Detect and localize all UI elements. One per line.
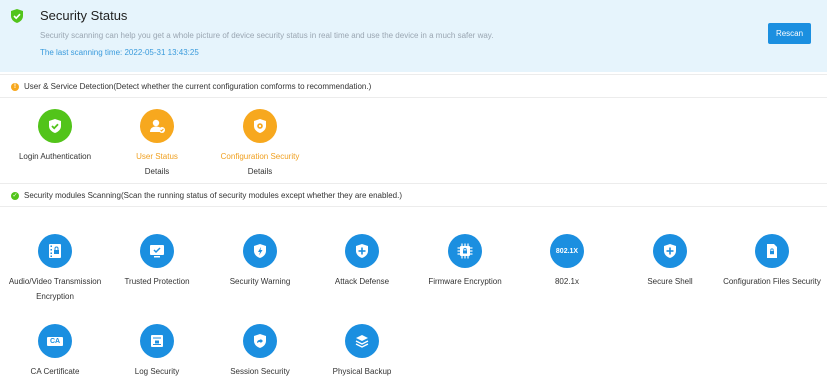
detection-section-title: User & Service Detection(Detect whether … [24, 82, 372, 91]
module-item-label: 802.1x [554, 277, 580, 286]
warning-icon: ! [11, 83, 19, 91]
security-status-banner: Security Status Security scanning can he… [0, 0, 827, 72]
check-icon: ✓ [11, 192, 19, 200]
module-item-label: Firmware Encryption [428, 277, 502, 286]
last-scan-time: The last scanning time: 2022-05-31 13:43… [40, 48, 199, 57]
detection-item-label: Configuration Security [220, 152, 300, 161]
module-item-label: Security Warning [229, 277, 291, 286]
module-item-label: Configuration Files Security [723, 277, 821, 286]
user-status-details-link[interactable]: Details [102, 164, 212, 179]
module-item-label: Physical Backup [332, 367, 392, 376]
module-item-label: Attack Defense [334, 277, 390, 286]
module-item-av-encryption: Audio/Video Transmission Encryption [0, 234, 110, 304]
shield-gear-icon [243, 109, 277, 143]
module-item-label: Audio/Video Transmission Encryption [8, 277, 102, 301]
module-item-log-security: Log Security [102, 324, 212, 379]
shield-check-icon [11, 9, 23, 23]
shield-plus-icon [653, 234, 687, 268]
module-item-label: Secure Shell [647, 277, 693, 286]
shield-plus-icon [345, 234, 379, 268]
module-item-session-security: Session Security [205, 324, 315, 379]
rescan-button[interactable]: Rescan [768, 23, 811, 44]
module-item-label: CA Certificate [30, 367, 80, 376]
module-item-label: Trusted Protection [124, 277, 190, 286]
chip-lock-icon [448, 234, 482, 268]
module-item-trusted-protection: Trusted Protection [102, 234, 212, 289]
modules-section-title: Security modules Scanning(Scan the runni… [24, 191, 402, 200]
module-item-label: Log Security [134, 367, 180, 376]
module-item-attack-defense: Attack Defense [307, 234, 417, 289]
ca-certificate-icon: CA [38, 324, 72, 358]
modules-section-header: ✓ Security modules Scanning(Scan the run… [0, 183, 827, 207]
8021x-icon: 802.1X [550, 234, 584, 268]
shield-check-icon [38, 109, 72, 143]
module-item-secure-shell: Secure Shell [615, 234, 725, 289]
user-check-icon [140, 109, 174, 143]
detection-section-header: ! User & Service Detection(Detect whethe… [0, 74, 827, 98]
film-lock-icon [38, 234, 72, 268]
detection-item-label: User Status [136, 152, 178, 161]
file-lock-icon [755, 234, 789, 268]
module-item-security-warning: Security Warning [205, 234, 315, 289]
detection-item-configuration-security: Configuration Security Details [205, 109, 315, 179]
shield-bolt-icon [243, 234, 277, 268]
module-item-physical-backup: Physical Backup [307, 324, 417, 379]
detection-item-login-authentication: Login Authentication [0, 109, 110, 164]
configuration-security-details-link[interactable]: Details [205, 164, 315, 179]
monitor-check-icon [140, 234, 174, 268]
log-lock-icon [140, 324, 174, 358]
layers-icon [345, 324, 379, 358]
module-item-firmware-encryption: Firmware Encryption [410, 234, 520, 289]
module-item-config-files-security: Configuration Files Security [717, 234, 827, 289]
module-item-ca-certificate: CA CA Certificate [0, 324, 110, 379]
module-item-label: Session Security [230, 367, 290, 376]
detection-item-label: Login Authentication [18, 152, 92, 161]
session-shield-icon [243, 324, 277, 358]
page-title: Security Status [40, 8, 128, 23]
module-item-8021x: 802.1X 802.1x [512, 234, 622, 289]
page-description: Security scanning can help you get a who… [40, 31, 494, 40]
detection-item-user-status: User Status Details [102, 109, 212, 179]
